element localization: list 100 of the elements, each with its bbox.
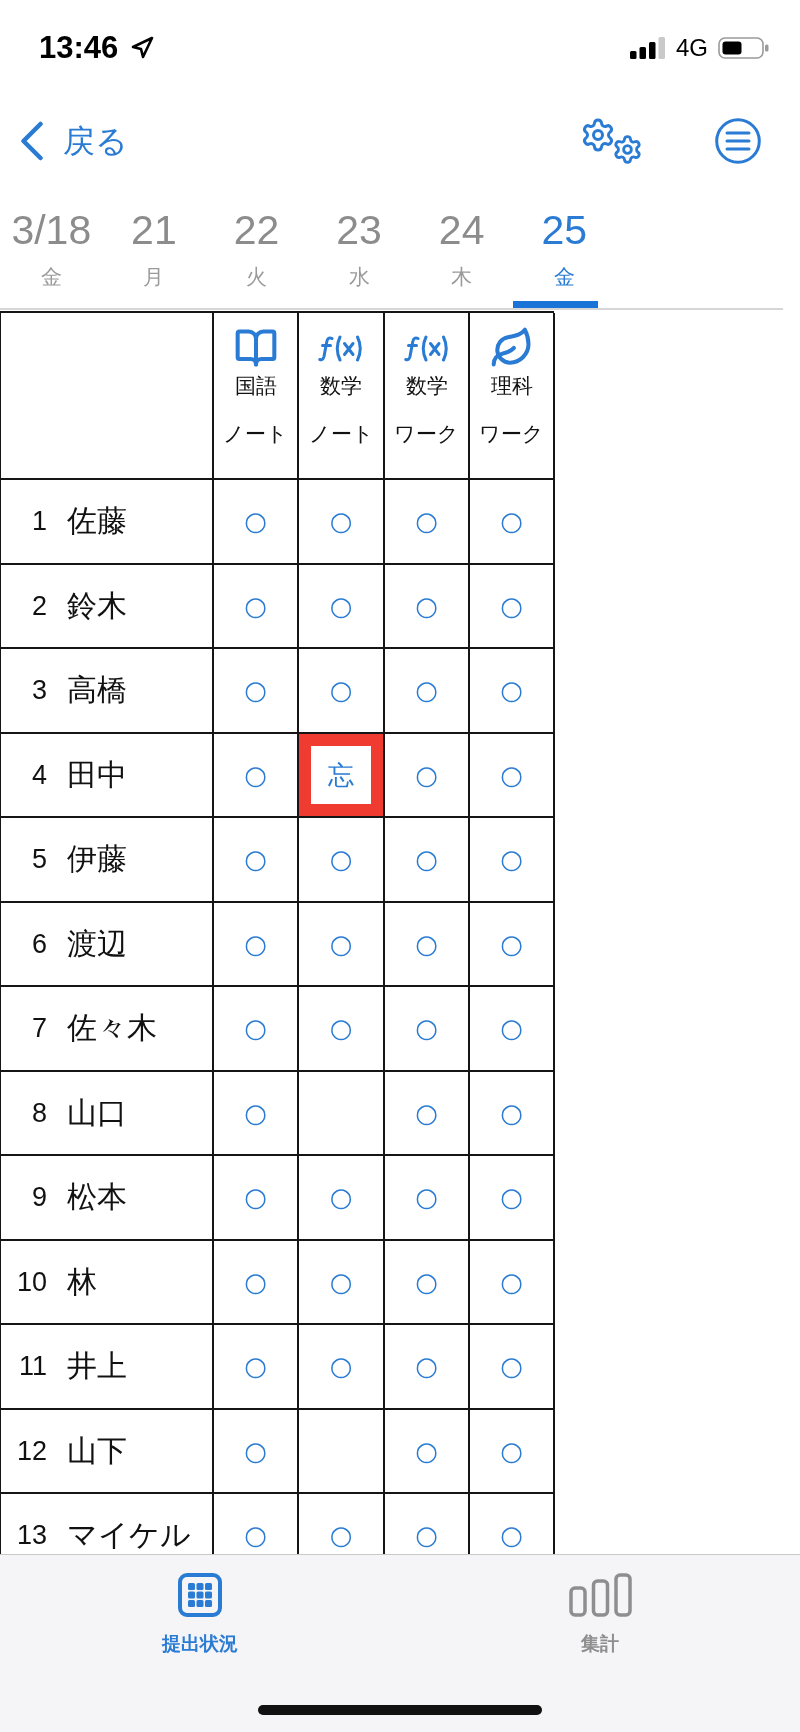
mark-cell[interactable]: ○: [470, 1325, 555, 1410]
student-name: 井上: [67, 1350, 127, 1383]
mark-cell[interactable]: ○: [470, 818, 555, 903]
chevron-left-icon: [20, 121, 44, 161]
location-arrow-icon: [130, 36, 155, 60]
student-name: 佐藤: [67, 505, 127, 538]
student-number: 12: [15, 1435, 47, 1466]
mark-cell[interactable]: ○: [299, 1156, 385, 1241]
date-tab[interactable]: 24 木: [410, 186, 513, 308]
date-tab[interactable]: 22 火: [205, 186, 308, 308]
mark-cell[interactable]: ○: [385, 987, 470, 1072]
student-name: 山口: [67, 1096, 127, 1129]
status-time: 13:46: [39, 30, 119, 66]
assignment-type-label: ノート: [223, 421, 288, 448]
mark-cell[interactable]: ○: [470, 1156, 555, 1241]
student-name: 鈴木: [67, 589, 127, 622]
student-number: 9: [30, 1182, 47, 1213]
student-name: 伊藤: [67, 843, 127, 876]
date-tab[interactable]: 21 月: [102, 186, 206, 308]
assignment-type-label: ノート: [308, 421, 374, 448]
student-name: 高橋: [67, 674, 127, 707]
function-icon: [318, 334, 364, 362]
subject-label: 理科: [490, 373, 533, 400]
mark-cell[interactable]: ○: [470, 1240, 555, 1325]
subject-label: 数学: [405, 373, 448, 400]
date-tab[interactable]: 23 水: [307, 186, 411, 308]
mark-cell[interactable]: ○: [470, 733, 555, 818]
mark-cell[interactable]: ○: [385, 818, 470, 903]
mark-cell[interactable]: [299, 1409, 385, 1494]
mark-cell[interactable]: ○: [299, 818, 385, 903]
mark-cell[interactable]: ○: [385, 1240, 470, 1325]
student-name: マイケル: [67, 1519, 191, 1552]
mark-cell[interactable]: [299, 1071, 385, 1156]
mark-cell[interactable]: 忘: [299, 733, 385, 818]
student-number: 10: [15, 1266, 47, 1297]
mark-cell[interactable]: ○: [385, 1071, 470, 1156]
mark-cell[interactable]: ○: [214, 987, 299, 1072]
student-number: 13: [15, 1520, 47, 1551]
mark-cell[interactable]: ○: [385, 649, 470, 734]
student-name: 佐々木: [67, 1012, 157, 1045]
assignment-type-label: ワーク: [479, 421, 544, 448]
mark-cell[interactable]: ○: [299, 1325, 385, 1410]
mark-cell[interactable]: ○: [470, 987, 555, 1072]
tab-bar-button[interactable]: 集計: [400, 1555, 800, 1655]
network-type: 4G: [676, 34, 708, 62]
student-name: 松本: [67, 1181, 127, 1214]
student-number: 6: [30, 928, 47, 959]
student-number: 3: [30, 675, 47, 706]
mark-cell[interactable]: ○: [385, 1325, 470, 1410]
student-number: 1: [30, 506, 47, 537]
mark-cell[interactable]: ○: [214, 818, 299, 903]
menu-icon[interactable]: [715, 118, 761, 164]
mark-cell[interactable]: ○: [470, 1409, 555, 1494]
student-number: 2: [30, 590, 47, 621]
mark-cell[interactable]: ○: [214, 649, 299, 734]
mark-cell[interactable]: ○: [299, 480, 385, 565]
date-tab[interactable]: 25 金: [512, 186, 616, 308]
student-number: 11: [17, 1351, 47, 1382]
mark-cell[interactable]: ○: [470, 480, 555, 565]
mark-cell[interactable]: ○: [385, 902, 470, 987]
student-number: 5: [30, 844, 47, 875]
mark-cell[interactable]: ○: [470, 564, 555, 649]
mark-cell[interactable]: ○: [470, 649, 555, 734]
mark-cell[interactable]: ○: [214, 564, 299, 649]
function-icon: [403, 334, 450, 362]
student-name: 山下: [67, 1434, 127, 1467]
student-name: 林: [67, 1265, 97, 1298]
mark-cell[interactable]: ○: [214, 1240, 299, 1325]
mark-cell[interactable]: ○: [214, 1071, 299, 1156]
mark-cell[interactable]: ○: [385, 733, 470, 818]
mark-cell[interactable]: ○: [214, 480, 299, 565]
grid-icon: [178, 1573, 222, 1617]
mark-cell[interactable]: ○: [385, 1409, 470, 1494]
assignment-type-label: ワーク: [394, 421, 459, 448]
mark-cell[interactable]: ○: [299, 902, 385, 987]
student-number: 8: [30, 1097, 47, 1128]
mark-cell[interactable]: ○: [214, 1325, 299, 1410]
tab-bar-button[interactable]: 提出状況: [0, 1555, 400, 1655]
settings-icon[interactable]: [580, 117, 643, 165]
subject-label: 数学: [320, 373, 362, 400]
mark-cell[interactable]: ○: [299, 1240, 385, 1325]
back-button[interactable]: 戻る: [20, 121, 128, 161]
mark-cell[interactable]: ○: [470, 1071, 555, 1156]
battery-icon: [718, 37, 769, 59]
subject-label: 国語: [234, 373, 277, 400]
mark-cell[interactable]: ○: [299, 649, 385, 734]
mark-cell[interactable]: ○: [385, 480, 470, 565]
mark-cell[interactable]: ○: [214, 1409, 299, 1494]
mark-cell[interactable]: ○: [470, 902, 555, 987]
signal-icon: [630, 37, 666, 59]
bar-chart-icon: [568, 1573, 632, 1617]
mark-cell[interactable]: ○: [214, 902, 299, 987]
mark-cell[interactable]: ○: [214, 1156, 299, 1241]
mark-cell[interactable]: ○: [299, 987, 385, 1072]
date-tab[interactable]: 3/18 金: [0, 186, 103, 308]
mark-cell[interactable]: ○: [385, 564, 470, 649]
mark-cell[interactable]: ○: [385, 1156, 470, 1241]
mark-cell[interactable]: ○: [299, 564, 385, 649]
student-name: 渡辺: [67, 927, 127, 960]
mark-cell[interactable]: ○: [214, 733, 299, 818]
